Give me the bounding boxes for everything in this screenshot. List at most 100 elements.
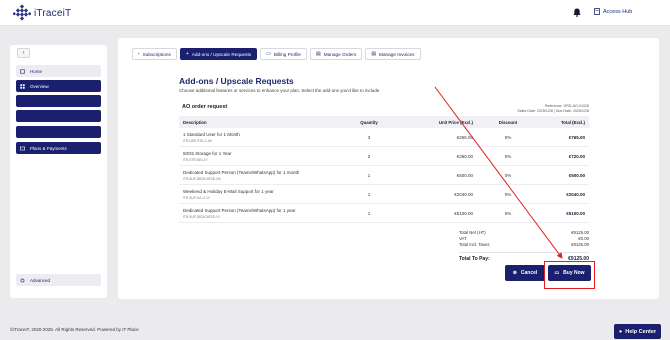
cancel-icon: ⊗ xyxy=(512,270,517,276)
item-name: 1 Standard User for 1 Month xyxy=(183,131,240,137)
sidebar-item-5[interactable] xyxy=(16,126,101,138)
sidebar-item-advanced[interactable]: Advanced xyxy=(16,274,101,286)
item-qty: 3 xyxy=(367,134,371,140)
order-dates: Sales Date: 2025/12/8 | Due Date: 2025/1… xyxy=(517,109,589,113)
item-name: Weekend & Holiday E-Mail Support for 1 y… xyxy=(183,188,274,194)
list-icon: ▤ xyxy=(316,51,321,57)
order-reference-block: Reference: ORD-AO-01028 Sales Date: 2025… xyxy=(517,104,589,114)
cancel-button[interactable]: ⊗ Cancel xyxy=(505,265,545,281)
item-qty: 1 xyxy=(367,210,371,216)
totals-net-label: Total Net (HT) xyxy=(459,229,486,235)
item-unit-price: €5100.00 xyxy=(454,210,473,216)
table-row: Dedicated Support Person (Teams/WhatsApp… xyxy=(179,204,589,223)
table-row: 1 Standard User for 1 Month ITR-USR-STD-1… xyxy=(179,128,589,147)
totals-vat-label: VAT xyxy=(459,235,467,241)
item-discount: 0% xyxy=(504,191,512,197)
item-name: Dedicated Support Person (Teams/WhatsApp… xyxy=(183,169,300,175)
table-row: 50Gb Storage for 1 Year ITR-STR-50G-1Y 2 … xyxy=(179,147,589,166)
bell-icon[interactable] xyxy=(573,8,581,17)
help-center-label: Help Center xyxy=(625,328,657,335)
item-total: €765.00 xyxy=(568,134,585,140)
chevron-left-icon: ‹ xyxy=(22,50,25,56)
sidebar-item-label: Advanced xyxy=(30,277,51,283)
chevron-left-icon: ‹ xyxy=(138,51,140,57)
totals-incl: Total Incl. Taxes €9125.00 xyxy=(459,241,589,247)
tab-manage-orders[interactable]: ▤ Manage Orders xyxy=(310,48,363,60)
sidebar: ‹ Home Overview Plans & Payments Advance… xyxy=(10,45,107,298)
sidebar-item-4[interactable] xyxy=(16,110,101,122)
plus-icon: + xyxy=(185,51,189,57)
item-discount: 0% xyxy=(504,153,512,159)
totals-incl-label: Total Incl. Taxes xyxy=(459,241,490,247)
item-code: ITR-SUP-LVL-2-1Y xyxy=(183,195,211,200)
tab-addons[interactable]: + Add-ons / Upscale Requests xyxy=(179,48,258,60)
header-description: Description xyxy=(183,119,207,125)
settings-icon xyxy=(20,278,25,282)
item-unit-price: €255.00 xyxy=(456,134,473,140)
item-code: ITR-USR-STD-1-1M xyxy=(183,138,212,143)
item-qty: 1 xyxy=(367,172,371,178)
item-total: €5100.00 xyxy=(566,210,585,216)
item-qty: 1 xyxy=(367,191,371,197)
totals-pay: Total To Pay: €9125.00 xyxy=(459,252,589,262)
totals-vat-value: €0.00 xyxy=(578,235,589,241)
sidebar-collapse-button[interactable]: ‹ xyxy=(17,48,30,58)
sidebar-item-plans-payments[interactable]: Plans & Payments xyxy=(16,142,101,154)
totals-incl-value: €9125.00 xyxy=(571,241,589,247)
top-bar: iTraceiT Access Hub xyxy=(0,0,670,26)
access-hub-label: Access Hub xyxy=(603,8,633,15)
page-title: Add-ons / Upscale Requests xyxy=(179,76,294,86)
item-total: €500.00 xyxy=(568,172,585,178)
table-header: Description Quantity Unit Price (Excl.) … xyxy=(179,116,589,128)
access-hub-link[interactable]: Access Hub xyxy=(594,8,632,15)
app-logo[interactable]: iTraceiT xyxy=(13,4,71,22)
item-unit-price: €360.00 xyxy=(456,153,473,159)
tab-label: Subscriptions xyxy=(142,51,171,57)
item-discount: 0% xyxy=(504,134,512,140)
tab-bar: ‹ Subscriptions + Add-ons / Upscale Reques… xyxy=(132,48,421,60)
order-table: Description Quantity Unit Price (Excl.) … xyxy=(179,116,589,223)
item-discount: 0% xyxy=(504,172,512,178)
item-discount: 0% xyxy=(504,210,512,216)
item-total: €720.00 xyxy=(568,153,585,159)
table-row: Dedicated Support Person (Teams/WhatsApp… xyxy=(179,166,589,185)
item-name: 50Gb Storage for 1 Year xyxy=(183,150,232,156)
help-center-button[interactable]: ● Help Center xyxy=(614,324,661,339)
item-qty: 2 xyxy=(367,153,371,159)
grid-icon xyxy=(20,83,25,89)
list-icon: ▤ xyxy=(371,51,377,57)
item-unit-price: €500.00 xyxy=(456,172,473,178)
item-code: ITR-SUP-DEDICATED-1M xyxy=(183,176,221,181)
access-hub-icon xyxy=(594,8,600,15)
totals-pay-label: Total To Pay: xyxy=(459,255,490,262)
header-quantity: Quantity xyxy=(360,119,378,125)
buy-now-highlight-box xyxy=(544,261,595,289)
sidebar-item-3[interactable] xyxy=(16,95,101,107)
page-subtitle: Choose additional features or services t… xyxy=(179,88,380,93)
header-unit-price: Unit Price (Excl.) xyxy=(438,119,473,125)
sidebar-item-label: Overview xyxy=(30,83,49,89)
sidebar-item-home[interactable]: Home xyxy=(16,65,101,77)
tab-label: Billing Profile xyxy=(273,51,301,57)
sidebar-item-overview[interactable]: Overview xyxy=(16,80,101,92)
totals-net-value: €9125.00 xyxy=(571,229,589,235)
table-row: Weekend & Holiday E-Mail Support for 1 y… xyxy=(179,185,589,204)
tab-label: Manage Orders xyxy=(323,51,357,57)
tab-subscriptions[interactable]: ‹ Subscriptions xyxy=(132,48,177,60)
footer-copyright: ©iTraceiT, 2020-2025. All Rights Reserve… xyxy=(10,327,139,332)
header-total: Total (Excl.) xyxy=(560,119,585,125)
order-title: AO order request xyxy=(182,104,228,110)
tab-manage-invoices[interactable]: ▤ Manage Invoices xyxy=(365,48,421,60)
card-icon xyxy=(20,146,25,150)
sidebar-item-label: Home xyxy=(30,68,43,74)
item-code: ITR-STR-50G-1Y xyxy=(183,157,208,162)
totals-block: Total Net (HT) €9125.00 VAT €0.00 Total In… xyxy=(459,229,589,262)
item-name: Dedicated Support Person (Teams/WhatsApp… xyxy=(183,207,296,213)
card-icon: ▭ xyxy=(266,51,271,57)
logo-icon xyxy=(13,4,31,21)
help-icon: ● xyxy=(618,328,623,335)
cancel-button-label: Cancel xyxy=(520,270,538,276)
header-discount: Discount xyxy=(498,119,518,125)
tab-billing-profile[interactable]: ▭ Billing Profile xyxy=(260,48,307,60)
home-icon xyxy=(20,69,25,74)
